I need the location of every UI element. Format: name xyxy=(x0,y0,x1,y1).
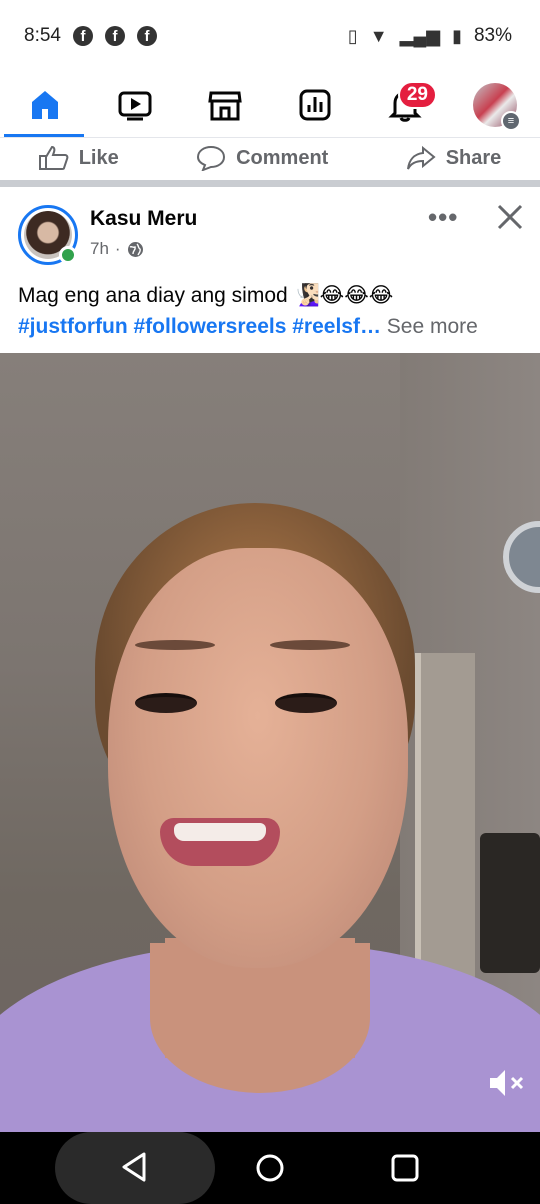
facebook-notification-icon: f xyxy=(104,26,125,46)
home-icon xyxy=(32,90,58,119)
video-subject-teeth xyxy=(174,823,266,841)
video-subject-brow xyxy=(270,640,350,650)
see-more-link[interactable]: See more xyxy=(387,315,478,338)
like-button[interactable]: Like xyxy=(38,145,119,171)
like-label: Like xyxy=(78,146,119,169)
status-bar: 8:54 f f f ▯ ▼ ▂▄▆ ▮ 83% xyxy=(0,0,540,72)
share-label: Share xyxy=(445,146,502,169)
notification-count-badge: 29 xyxy=(397,80,437,109)
nav-home-tab[interactable] xyxy=(15,75,75,135)
profile-avatar: ≡ xyxy=(473,82,521,131)
close-icon[interactable] xyxy=(494,201,526,233)
more-options-button[interactable]: ••• xyxy=(428,202,458,233)
dashboard-icon xyxy=(299,89,331,120)
nav-profile-menu-tab[interactable]: ≡ xyxy=(465,75,525,135)
nav-video-tab[interactable] xyxy=(105,75,165,135)
recents-icon[interactable] xyxy=(390,1153,420,1183)
active-tab-indicator xyxy=(4,134,84,137)
video-subject-eye xyxy=(275,693,337,713)
battery-percent: 83% xyxy=(473,25,512,46)
previous-post-action-bar: Like Comment Share xyxy=(0,138,540,178)
online-status-dot xyxy=(59,246,77,264)
vibrate-icon: ▯ xyxy=(347,25,358,46)
comment-label: Comment xyxy=(236,146,329,169)
post-time[interactable]: 7h xyxy=(90,239,109,259)
share-button[interactable]: Share xyxy=(406,145,502,171)
video-subject-face xyxy=(108,548,408,968)
meta-separator: · xyxy=(114,239,121,258)
hashtags[interactable]: #justforfun #followersreels #reelsf… xyxy=(18,315,381,338)
share-icon xyxy=(406,145,436,170)
video-background-object xyxy=(480,833,540,973)
feed-divider xyxy=(0,180,540,187)
post-video[interactable] xyxy=(0,353,540,1132)
nav-notifications-tab[interactable]: 29 xyxy=(375,75,437,135)
post-meta: 7h · xyxy=(90,239,144,259)
caption-text: Mag eng ana diay ang simod 🧏🏻‍♀️😂😂😂 xyxy=(18,284,394,307)
video-subject-eye xyxy=(135,693,197,713)
signal-icon: ▂▄▆ xyxy=(399,25,441,46)
caption-hashtag-line: #justforfun #followersreels #reelsf… See… xyxy=(18,311,528,342)
home-circle-icon[interactable] xyxy=(254,1152,286,1184)
top-nav-bar: 29 ≡ xyxy=(0,72,540,138)
globe-icon xyxy=(127,241,143,257)
facebook-notification-icon: f xyxy=(72,26,93,46)
author-name[interactable]: Kasu Meru xyxy=(90,207,197,231)
thumbs-up-icon xyxy=(38,145,69,170)
menu-icon: ≡ xyxy=(501,110,521,131)
nav-dashboard-tab[interactable] xyxy=(285,75,345,135)
battery-icon: ▮ xyxy=(452,25,462,46)
video-subject-brow xyxy=(135,640,215,650)
marketplace-icon xyxy=(208,91,242,120)
comment-button[interactable]: Comment xyxy=(196,145,328,171)
status-time: 8:54 xyxy=(24,25,61,46)
comment-icon xyxy=(197,145,226,171)
post-header: Kasu Meru 7h · ••• xyxy=(0,187,540,277)
post-caption: Mag eng ana diay ang simod 🧏🏻‍♀️😂😂😂 #jus… xyxy=(18,280,528,342)
video-icon xyxy=(118,91,152,120)
wifi-icon: ▼ xyxy=(369,25,388,46)
back-icon[interactable] xyxy=(118,1150,152,1184)
facebook-notification-icon: f xyxy=(136,26,157,46)
mute-icon[interactable] xyxy=(486,1065,528,1101)
nav-marketplace-tab[interactable] xyxy=(195,75,255,135)
